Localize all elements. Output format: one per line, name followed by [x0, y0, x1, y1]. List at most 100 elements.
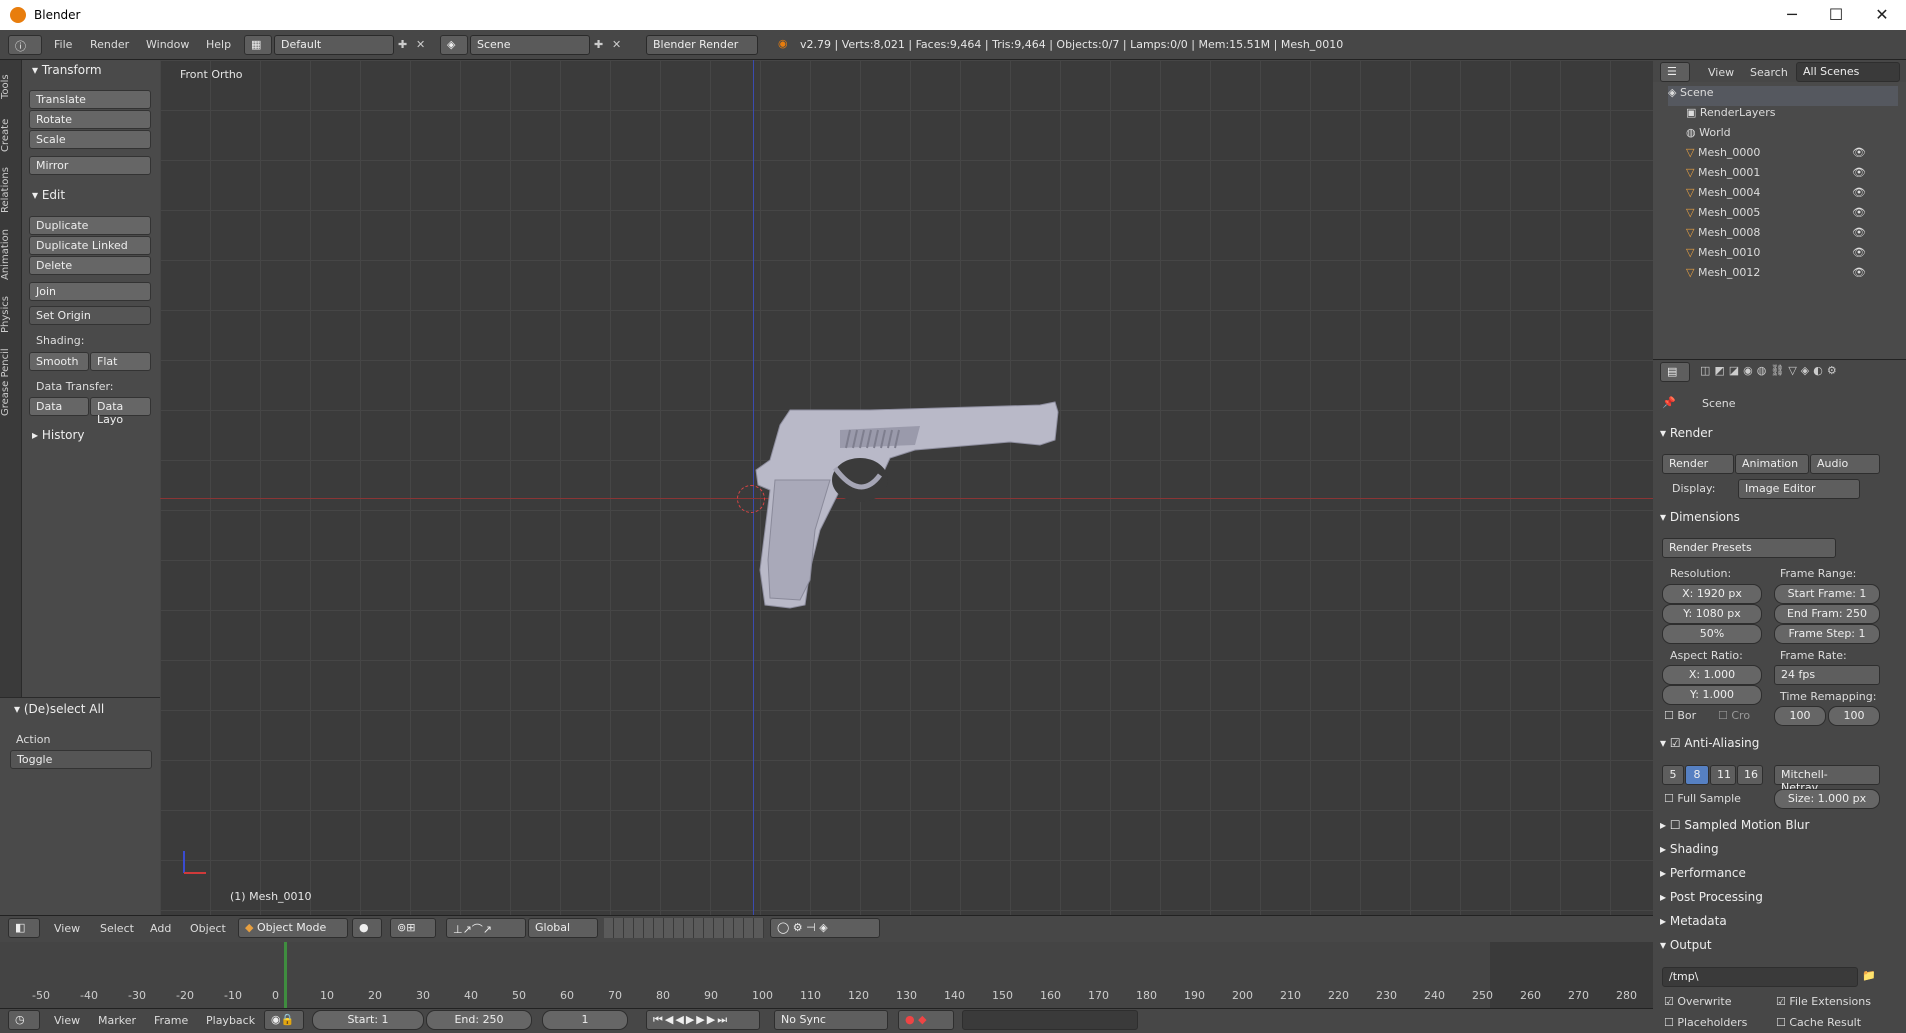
layout-field[interactable]: Default [274, 35, 394, 55]
tab-animation[interactable]: Animation [0, 222, 22, 288]
translate-button[interactable]: Translate [29, 90, 151, 109]
viewport-add-menu[interactable]: Add [150, 922, 171, 935]
duplicate-linked-button[interactable]: Duplicate Linked [29, 236, 151, 255]
start-frame-field[interactable]: Start Frame: 1 [1774, 584, 1880, 604]
resolution-y-field[interactable]: Y: 1080 px [1662, 604, 1762, 624]
scene-icon[interactable]: ◈ [440, 35, 468, 55]
aa-size-field[interactable]: Size: 1.000 px [1774, 789, 1880, 809]
edit-panel-header[interactable]: ▾ Edit [32, 188, 65, 208]
border-checkbox[interactable]: ☐ Bor [1664, 709, 1696, 722]
eye-icon[interactable]: 👁 [1852, 186, 1866, 199]
animation-button[interactable]: Animation [1735, 454, 1809, 474]
action-select[interactable]: Toggle [10, 750, 152, 769]
render-presets-select[interactable]: Render Presets [1662, 538, 1836, 558]
viewport-view-menu[interactable]: View [54, 922, 80, 935]
resolution-percent-field[interactable]: 50% [1662, 624, 1762, 644]
transform-panel-header[interactable]: ▾ Transform [32, 63, 102, 83]
outliner-mesh-item[interactable]: ▽ Mesh_0000 👁 [1686, 146, 1896, 166]
pin-icon[interactable]: 📌 [1662, 396, 1676, 409]
placeholders-checkbox[interactable]: ☐ Placeholders [1664, 1016, 1747, 1029]
viewport-select-menu[interactable]: Select [100, 922, 134, 935]
info-editor-icon[interactable]: ⓘ [8, 35, 42, 55]
aspect-x-field[interactable]: X: 1.000 [1662, 665, 1762, 685]
display-select[interactable]: Image Editor [1738, 479, 1860, 499]
menu-file[interactable]: File [54, 38, 72, 51]
outliner-world[interactable]: ◍ World [1686, 126, 1731, 146]
render-engine-select[interactable]: Blender Render [646, 35, 758, 55]
viewport-editor-icon[interactable]: ◧ [8, 918, 40, 938]
shading-section[interactable]: ▸ Shading [1660, 842, 1885, 864]
scene-remove-icon[interactable]: ✕ [612, 38, 621, 51]
frame-step-field[interactable]: Frame Step: 1 [1774, 624, 1880, 644]
join-button[interactable]: Join [29, 282, 151, 301]
menu-window[interactable]: Window [146, 38, 189, 51]
tab-relations[interactable]: Relations [0, 160, 22, 220]
preview-range-icon[interactable]: ◉🔒 [264, 1010, 304, 1030]
overwrite-checkbox[interactable]: ☑ Overwrite [1664, 995, 1731, 1008]
history-panel-header[interactable]: ▸ History [32, 428, 85, 448]
aspect-y-field[interactable]: Y: 1.000 [1662, 685, 1762, 705]
mirror-button[interactable]: Mirror [29, 156, 151, 175]
playback-controls[interactable]: ⏮◀◀▶▶▶⏭ [646, 1010, 760, 1030]
eye-icon[interactable]: 👁 [1852, 266, 1866, 279]
outliner-mesh-item[interactable]: ▽ Mesh_0004 👁 [1686, 186, 1896, 206]
smooth-button[interactable]: Smooth [29, 352, 89, 371]
outliner-editor-icon[interactable]: ☰ [1660, 62, 1690, 82]
3d-cursor-icon[interactable] [737, 485, 765, 513]
duplicate-button[interactable]: Duplicate [29, 216, 151, 235]
scene-add-icon[interactable]: ✚ [594, 38, 603, 51]
eye-icon[interactable]: 👁 [1852, 146, 1866, 159]
properties-tabs-icons[interactable]: ◫◩◪◉◍⛓▽◈◐⚙ [1700, 364, 1841, 377]
tab-create[interactable]: Create [0, 112, 22, 158]
eye-icon[interactable]: 👁 [1852, 246, 1866, 259]
end-field[interactable]: End: 250 [426, 1010, 532, 1030]
shading-mode-icon[interactable]: ● [352, 918, 382, 938]
menu-help[interactable]: Help [206, 38, 231, 51]
timeline-marker-menu[interactable]: Marker [98, 1014, 136, 1027]
output-section[interactable]: ▾ Output [1660, 938, 1885, 960]
rotate-button[interactable]: Rotate [29, 110, 151, 129]
eye-icon[interactable]: 👁 [1852, 166, 1866, 179]
outliner-scene[interactable]: ◈ Scene [1668, 86, 1898, 106]
timeline-editor-icon[interactable]: ◷ [8, 1010, 40, 1030]
snap-icons[interactable]: ◯ ⚙ ⊣ ◈ [770, 918, 880, 938]
layout-add-icon[interactable]: ✚ [398, 38, 407, 51]
set-origin-select[interactable]: Set Origin [29, 306, 151, 325]
orientation-select[interactable]: Global [528, 918, 598, 938]
render-section[interactable]: ▾ Render [1660, 426, 1885, 448]
menu-render[interactable]: Render [90, 38, 129, 51]
properties-editor-icon[interactable]: ▤ [1660, 362, 1690, 382]
end-frame-field[interactable]: End Fram: 250 [1774, 604, 1880, 624]
maximize-button[interactable]: ☐ [1816, 4, 1856, 26]
data-layout-button[interactable]: Data Layo [90, 397, 151, 426]
resolution-x-field[interactable]: X: 1920 px [1662, 584, 1762, 604]
delete-button[interactable]: Delete [29, 256, 151, 275]
keying-set-field[interactable] [962, 1010, 1138, 1030]
motion-blur-section[interactable]: ▸ ☐ Sampled Motion Blur [1660, 818, 1885, 840]
outliner-mesh-item[interactable]: ▽ Mesh_0005 👁 [1686, 206, 1896, 226]
anti-aliasing-section[interactable]: ▾ ☑ Anti-Aliasing [1660, 736, 1885, 758]
outliner-view-menu[interactable]: View [1708, 66, 1734, 79]
aa-filter-select[interactable]: Mitchell-Netrav... [1774, 765, 1880, 794]
cache-result-checkbox[interactable]: ☐ Cache Result [1776, 1016, 1861, 1029]
flat-button[interactable]: Flat [90, 352, 151, 371]
layers-grid[interactable] [604, 918, 764, 938]
viewport-object-menu[interactable]: Object [190, 922, 226, 935]
timeline-frame-menu[interactable]: Frame [154, 1014, 188, 1027]
pivot-icon[interactable]: ⊚⊞ [390, 918, 436, 938]
audio-button[interactable]: Audio [1810, 454, 1880, 474]
record-icon[interactable]: ● ◆ [898, 1010, 954, 1030]
timeline[interactable]: -50 -40 -30 -20 -10 0 10 20 30 40 50 60 70 80 90 100 110… [0, 942, 1653, 1008]
timeline-playback-menu[interactable]: Playback [206, 1014, 255, 1027]
metadata-section[interactable]: ▸ Metadata [1660, 914, 1885, 936]
tab-grease-pencil[interactable]: Grease Pencil [0, 342, 22, 422]
aa-16-button[interactable]: 16 [1737, 765, 1763, 785]
timeline-view-menu[interactable]: View [54, 1014, 80, 1027]
current-frame-field[interactable]: 1 [542, 1010, 628, 1030]
outliner-renderlayers[interactable]: ▣ RenderLayers [1686, 106, 1775, 126]
eye-icon[interactable]: 👁 [1852, 226, 1866, 239]
full-sample-checkbox[interactable]: ☐ Full Sample [1664, 792, 1741, 805]
layout-icon[interactable]: ▦ [244, 35, 272, 55]
post-processing-section[interactable]: ▸ Post Processing [1660, 890, 1885, 912]
tab-physics[interactable]: Physics [0, 290, 22, 340]
